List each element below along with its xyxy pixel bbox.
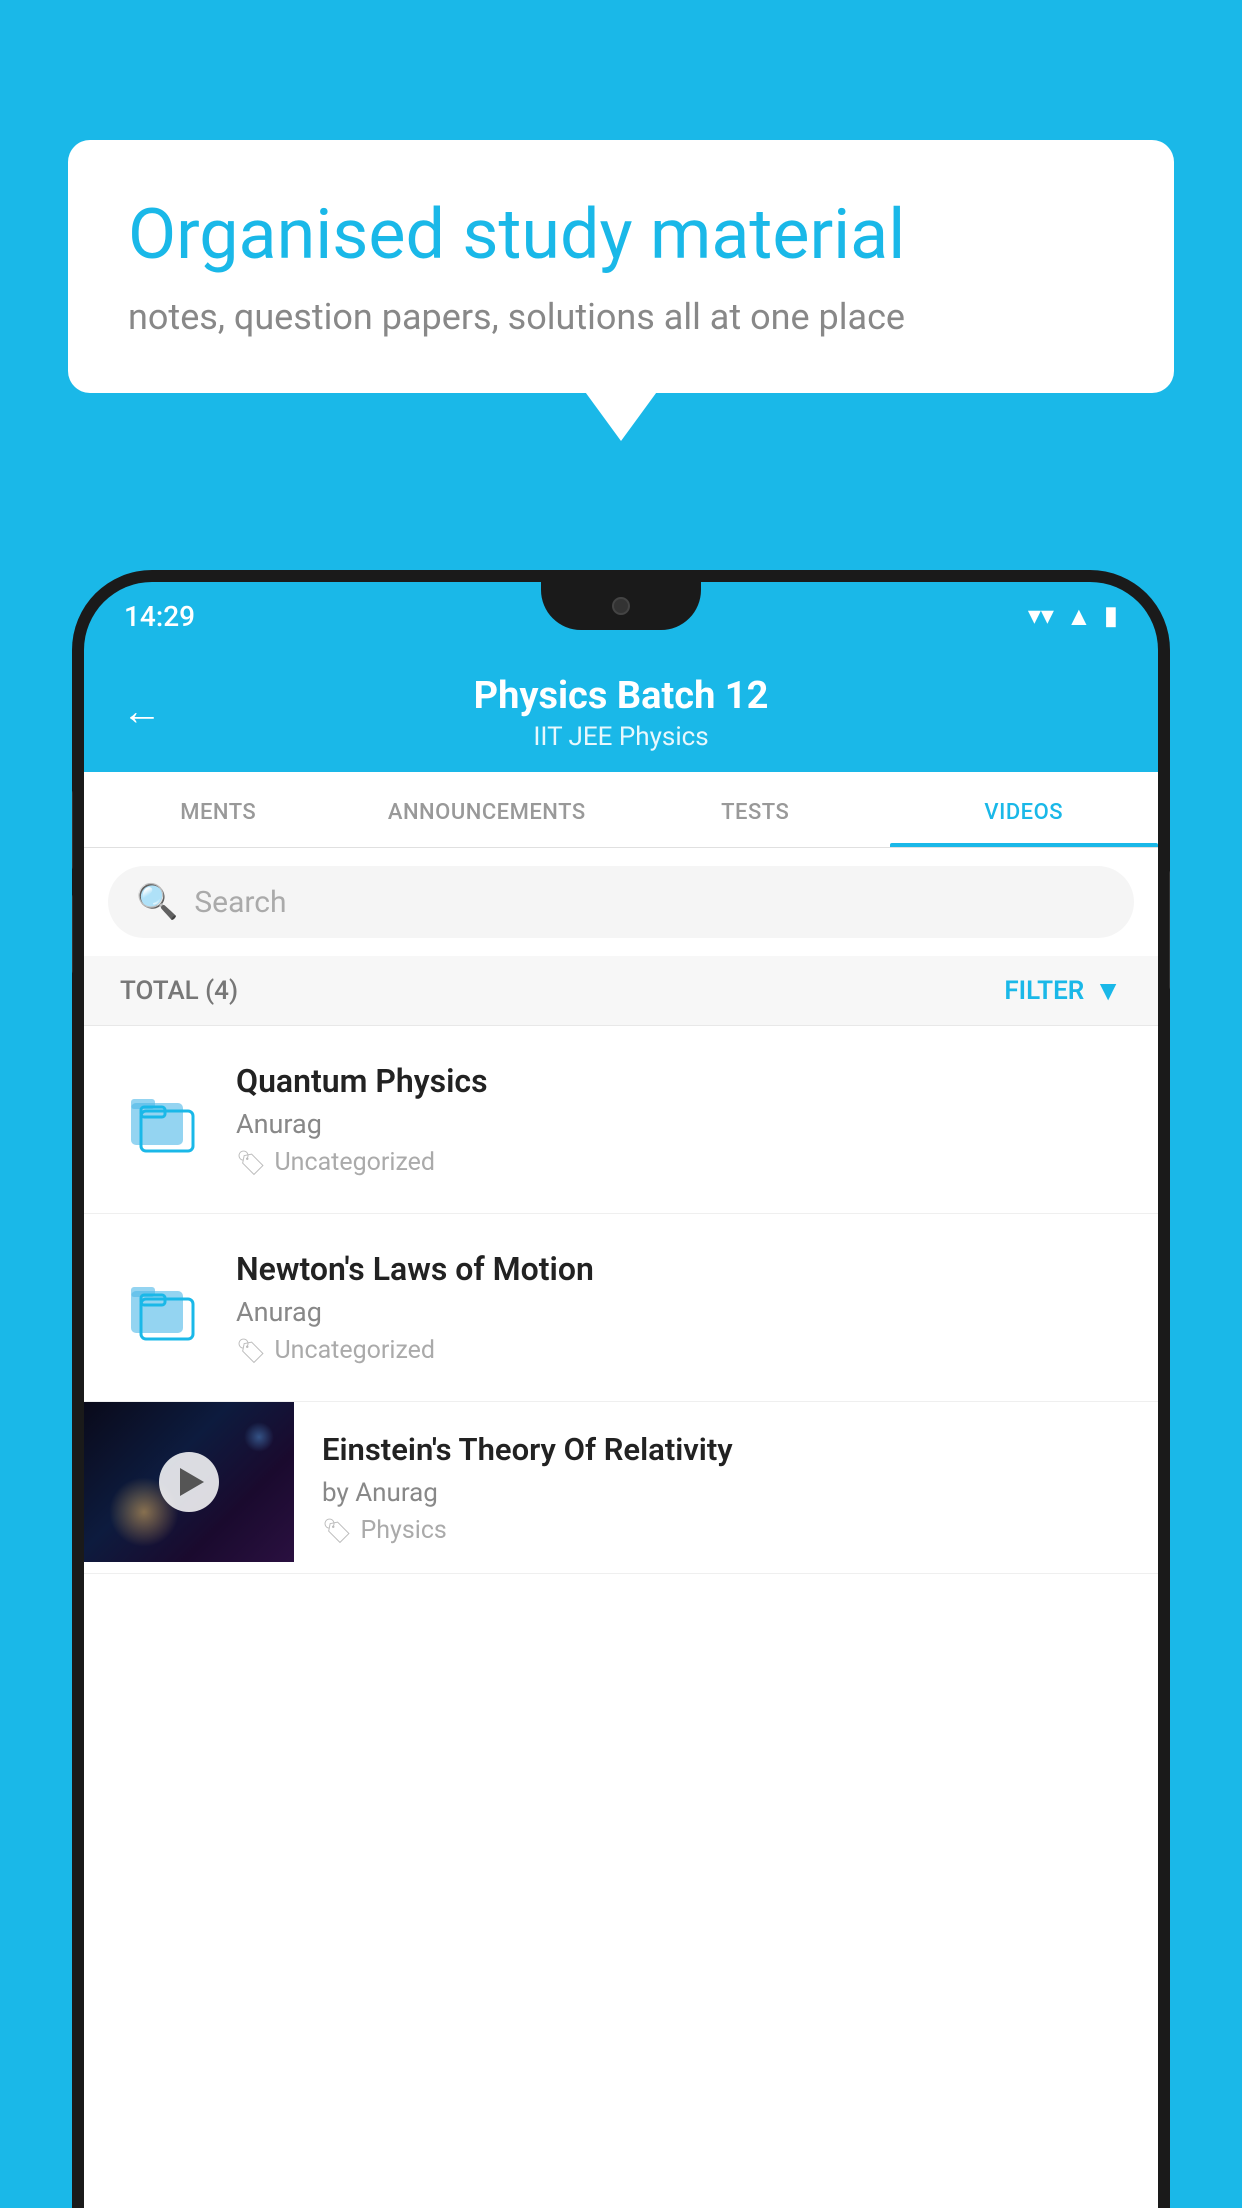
- filter-icon: ▼: [1094, 974, 1122, 1007]
- side-buttons-left: [72, 790, 73, 998]
- filter-label: FILTER: [1004, 976, 1084, 1006]
- header-title: Physics Batch 12: [124, 674, 1118, 718]
- side-buttons-right: [1169, 870, 1170, 990]
- tab-tests[interactable]: TESTS: [621, 772, 890, 847]
- speech-bubble-container: Organised study material notes, question…: [68, 140, 1174, 393]
- tab-ments[interactable]: MENTS: [84, 772, 353, 847]
- tag-label: Uncategorized: [274, 1148, 435, 1177]
- signal-icon: ▲: [1066, 601, 1092, 632]
- content-list: Quantum Physics Anurag 🏷 Uncategorized: [84, 1026, 1158, 2208]
- status-bar: 14:29 ▾▾ ▲ ▮: [84, 582, 1158, 650]
- tab-announcements[interactable]: ANNOUNCEMENTS: [353, 772, 622, 847]
- list-item[interactable]: Newton's Laws of Motion Anurag 🏷 Uncateg…: [84, 1214, 1158, 1402]
- front-camera: [612, 597, 630, 615]
- status-icons: ▾▾ ▲ ▮: [1028, 601, 1118, 632]
- volume-down-button[interactable]: [72, 894, 73, 974]
- power-button[interactable]: [1169, 870, 1170, 990]
- list-item[interactable]: Einstein's Theory Of Relativity by Anura…: [84, 1402, 1158, 1574]
- item-title: Einstein's Theory Of Relativity: [322, 1430, 1130, 1470]
- tag-icon: 🏷: [236, 1149, 266, 1177]
- video-folder-icon: [120, 1264, 208, 1352]
- video-thumbnail: [84, 1402, 294, 1562]
- item-info: Newton's Laws of Motion Anurag 🏷 Uncateg…: [236, 1250, 1122, 1365]
- total-count: TOTAL (4): [120, 976, 238, 1006]
- app-header: ← Physics Batch 12 IIT JEE Physics: [84, 650, 1158, 772]
- item-tag: 🏷 Physics: [322, 1516, 1130, 1545]
- volume-up-button[interactable]: [72, 790, 73, 870]
- wifi-icon: ▾▾: [1028, 601, 1054, 631]
- battery-icon: ▮: [1104, 601, 1118, 631]
- video-folder-icon: [120, 1076, 208, 1164]
- tabs-bar: MENTS ANNOUNCEMENTS TESTS VIDEOS: [84, 772, 1158, 848]
- item-info: Quantum Physics Anurag 🏷 Uncategorized: [236, 1062, 1122, 1177]
- search-icon: 🔍: [136, 882, 178, 922]
- tag-icon: 🏷: [322, 1517, 352, 1545]
- notch: [541, 582, 701, 630]
- back-button[interactable]: ←: [122, 688, 162, 735]
- screen: ← Physics Batch 12 IIT JEE Physics MENTS…: [84, 650, 1158, 2208]
- phone-frame: 14:29 ▾▾ ▲ ▮ ← Physics Batch 12 IIT JEE …: [72, 570, 1170, 2208]
- bubble-subtitle: notes, question papers, solutions all at…: [128, 296, 1114, 338]
- item-tag: 🏷 Uncategorized: [236, 1148, 1122, 1177]
- tag-icon: 🏷: [236, 1337, 266, 1365]
- tab-videos[interactable]: VIDEOS: [890, 772, 1159, 847]
- bubble-title: Organised study material: [128, 195, 1114, 276]
- phone-inner: 14:29 ▾▾ ▲ ▮ ← Physics Batch 12 IIT JEE …: [84, 582, 1158, 2208]
- list-item[interactable]: Quantum Physics Anurag 🏷 Uncategorized: [84, 1026, 1158, 1214]
- filter-button[interactable]: FILTER ▼: [1004, 974, 1122, 1007]
- play-button-overlay: [84, 1402, 294, 1562]
- item-info: Einstein's Theory Of Relativity by Anura…: [294, 1402, 1158, 1573]
- item-author: by Anurag: [322, 1478, 1130, 1508]
- search-input-container[interactable]: 🔍 Search: [108, 866, 1134, 938]
- tag-label: Uncategorized: [274, 1336, 435, 1365]
- header-subtitle: IIT JEE Physics: [124, 722, 1118, 752]
- item-title: Quantum Physics: [236, 1062, 1122, 1100]
- filter-bar: TOTAL (4) FILTER ▼: [84, 956, 1158, 1026]
- item-author: Anurag: [236, 1108, 1122, 1140]
- speech-bubble: Organised study material notes, question…: [68, 140, 1174, 393]
- search-placeholder: Search: [194, 885, 286, 920]
- play-button[interactable]: [159, 1452, 219, 1512]
- status-time: 14:29: [124, 600, 195, 633]
- search-bar: 🔍 Search: [84, 848, 1158, 956]
- item-title: Newton's Laws of Motion: [236, 1250, 1122, 1288]
- item-tag: 🏷 Uncategorized: [236, 1336, 1122, 1365]
- play-triangle-icon: [180, 1468, 204, 1496]
- tag-label: Physics: [360, 1516, 446, 1545]
- item-author: Anurag: [236, 1296, 1122, 1328]
